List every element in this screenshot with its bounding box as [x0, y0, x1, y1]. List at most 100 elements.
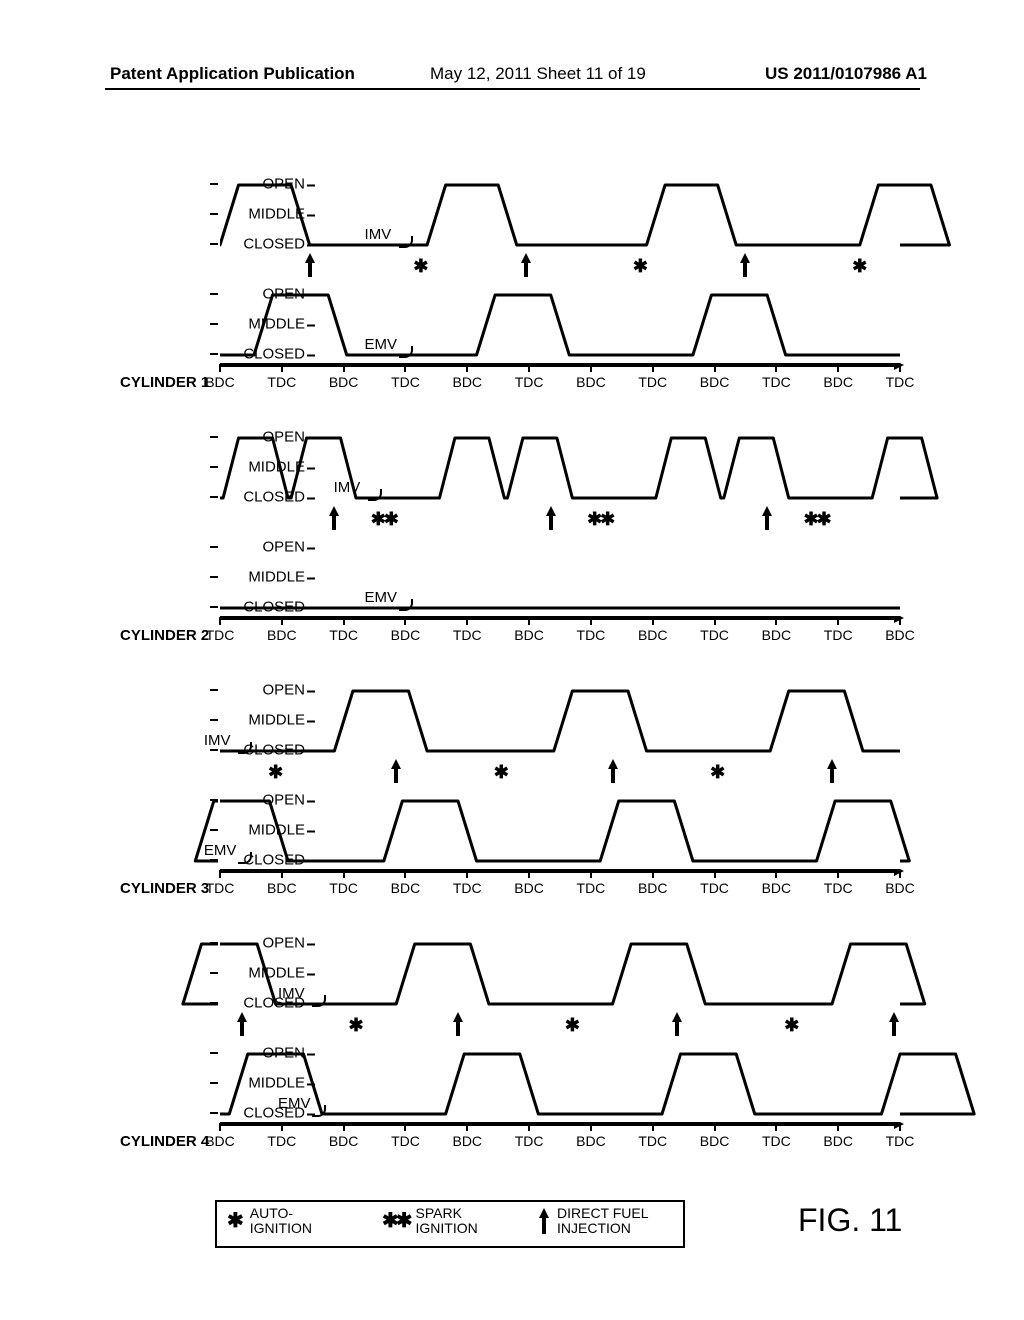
- cylinder-3-block: OPENMIDDLECLOSEDIMVOPENMIDDLECLOSEDEMV✱✱…: [130, 686, 900, 931]
- auto-ignition-icon: ✱: [565, 1015, 580, 1036]
- x-tick-label: TDC: [886, 374, 915, 390]
- imv-waveform: [220, 180, 900, 250]
- spark-ignition-icon: ✱✱: [587, 509, 613, 530]
- legend-auto-ignition: ✱ AUTO-IGNITION: [227, 1206, 312, 1237]
- cylinder-title: CYLINDER 1: [120, 374, 209, 391]
- x-tick-label: BDC: [329, 374, 359, 390]
- x-tick-label: TDC: [453, 880, 482, 896]
- imv-label: IMV: [278, 985, 305, 1002]
- auto-ignition-icon: ✱: [710, 762, 725, 783]
- x-tick-label: BDC: [885, 627, 915, 643]
- x-ticks: TDCBDCTDCBDCTDCBDCTDCBDCTDCBDCTDCBDC: [220, 617, 900, 657]
- star-icon: ✱: [227, 1211, 244, 1231]
- fuel-injection-icon: [760, 505, 774, 531]
- x-tick-label: BDC: [576, 1133, 606, 1149]
- x-tick-label: TDC: [515, 1133, 544, 1149]
- emv-waveform: [220, 796, 900, 866]
- fuel-injection-icon: [389, 758, 403, 784]
- auto-ignition-icon: ✱: [413, 256, 428, 277]
- x-ticks: BDCTDCBDCTDCBDCTDCBDCTDCBDCTDCBDCTDC: [220, 1123, 900, 1163]
- x-tick-label: TDC: [206, 627, 235, 643]
- x-tick-label: BDC: [700, 1133, 730, 1149]
- x-tick-label: BDC: [267, 880, 297, 896]
- figure-label: FIG. 11: [798, 1202, 902, 1239]
- cylinder-2-block: OPENMIDDLECLOSEDIMVOPENMIDDLECLOSEDEMV✱✱…: [130, 433, 900, 678]
- x-tick-label: TDC: [329, 627, 358, 643]
- cylinder-4-block: OPENMIDDLECLOSEDIMVOPENMIDDLECLOSEDEMV✱✱…: [130, 939, 900, 1184]
- header-right: US 2011/0107986 A1: [765, 64, 927, 84]
- x-tick-label: BDC: [452, 1133, 482, 1149]
- x-tick-label: TDC: [824, 880, 853, 896]
- imv-waveform: [220, 433, 900, 503]
- fuel-injection-icon: [670, 1011, 684, 1037]
- x-tick-label: TDC: [886, 1133, 915, 1149]
- legend: ✱ AUTO-IGNITION ✱✱ SPARKIGNITION DIRECT …: [215, 1200, 685, 1248]
- legend-inj-label: DIRECT FUELINJECTION: [557, 1206, 649, 1237]
- x-tick-label: BDC: [514, 627, 544, 643]
- fuel-injection-icon: [825, 758, 839, 784]
- event-row: ✱✱✱: [220, 758, 900, 792]
- x-tick-label: TDC: [391, 374, 420, 390]
- imv-label: IMV: [365, 226, 392, 243]
- fuel-injection-icon: [606, 758, 620, 784]
- x-tick-label: TDC: [391, 1133, 420, 1149]
- fuel-injection-icon: [544, 505, 558, 531]
- auto-ignition-icon: ✱: [348, 1015, 363, 1036]
- cylinder-title: CYLINDER 2: [120, 627, 209, 644]
- emv-label: EMV: [365, 336, 398, 353]
- x-tick-label: TDC: [329, 880, 358, 896]
- fuel-injection-icon: [738, 252, 752, 278]
- fuel-injection-icon: [519, 252, 533, 278]
- double-star-icon: ✱✱: [382, 1211, 410, 1231]
- up-arrow-icon: [537, 1206, 551, 1236]
- event-row: ✱✱ ✱✱ ✱✱: [220, 505, 900, 539]
- x-tick-label: TDC: [762, 1133, 791, 1149]
- x-tick-label: BDC: [514, 880, 544, 896]
- spark-ignition-icon: ✱✱: [803, 509, 829, 530]
- fuel-injection-icon: [303, 252, 317, 278]
- x-tick-label: BDC: [823, 1133, 853, 1149]
- emv-waveform: [220, 290, 900, 360]
- spark-ignition-icon: ✱✱: [371, 509, 397, 530]
- event-row: ✱✱✱: [220, 1011, 900, 1045]
- x-tick-label: TDC: [638, 374, 667, 390]
- x-tick-label: BDC: [823, 374, 853, 390]
- fuel-injection-icon: [451, 1011, 465, 1037]
- x-tick-label: BDC: [885, 880, 915, 896]
- x-tick-label: TDC: [577, 627, 606, 643]
- header-rule: [105, 88, 920, 90]
- x-tick-label: BDC: [205, 1133, 235, 1149]
- fuel-injection-icon: [887, 1011, 901, 1037]
- legend-direct-fuel-injection: DIRECT FUELINJECTION: [537, 1206, 649, 1237]
- x-tick-label: TDC: [577, 880, 606, 896]
- x-tick-label: TDC: [267, 374, 296, 390]
- cylinder-title: CYLINDER 3: [120, 880, 209, 897]
- imv-label: IMV: [334, 479, 361, 496]
- x-tick-label: BDC: [638, 627, 668, 643]
- auto-ignition-icon: ✱: [494, 762, 509, 783]
- event-row: ✱✱✱: [220, 252, 900, 286]
- page: Patent Application Publication May 12, 2…: [0, 0, 1024, 1320]
- x-tick-label: BDC: [762, 880, 792, 896]
- x-tick-label: BDC: [391, 627, 421, 643]
- imv-label: IMV: [204, 732, 231, 749]
- emv-label: EMV: [278, 1095, 311, 1112]
- legend-spark-label: SPARKIGNITION: [416, 1206, 478, 1237]
- auto-ignition-icon: ✱: [633, 256, 648, 277]
- x-tick-label: TDC: [206, 880, 235, 896]
- emv-label: EMV: [204, 842, 237, 859]
- x-tick-label: TDC: [824, 627, 853, 643]
- x-tick-label: BDC: [762, 627, 792, 643]
- x-tick-label: TDC: [762, 374, 791, 390]
- x-tick-label: TDC: [700, 880, 729, 896]
- x-tick-label: TDC: [515, 374, 544, 390]
- emv-label: EMV: [365, 589, 398, 606]
- x-tick-label: TDC: [638, 1133, 667, 1149]
- x-tick-label: BDC: [205, 374, 235, 390]
- legend-auto-label: AUTO-IGNITION: [250, 1206, 312, 1237]
- x-ticks: BDCTDCBDCTDCBDCTDCBDCTDCBDCTDCBDCTDC: [220, 364, 900, 404]
- x-tick-label: BDC: [700, 374, 730, 390]
- header-mid: May 12, 2011 Sheet 11 of 19: [430, 64, 646, 84]
- legend-spark-ignition: ✱✱ SPARKIGNITION: [382, 1206, 478, 1237]
- x-ticks: TDCBDCTDCBDCTDCBDCTDCBDCTDCBDCTDCBDC: [220, 870, 900, 910]
